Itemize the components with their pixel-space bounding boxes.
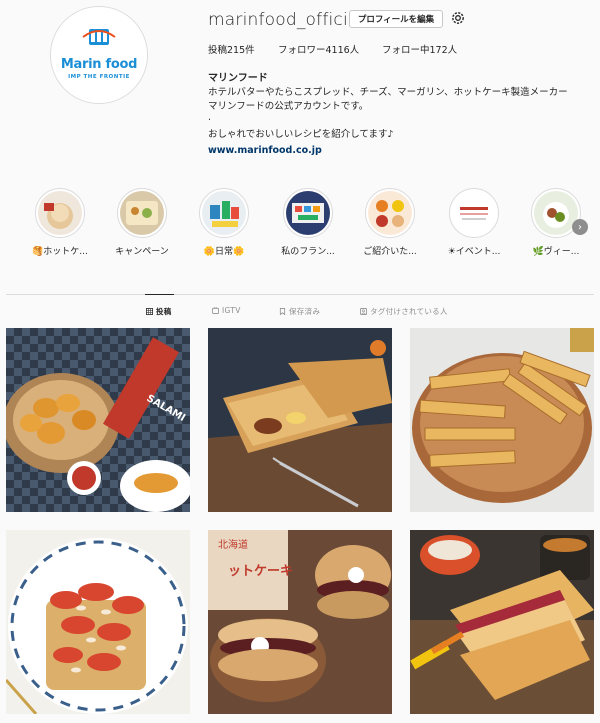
tab-label: IGTV [222, 306, 241, 315]
tagged-person-icon [360, 308, 367, 315]
tab-tagged[interactable]: タグ付けされている人 [360, 306, 448, 317]
highlight-daily[interactable]: 🌼日常🌼 [194, 188, 254, 257]
highlight-thumbnail [120, 191, 164, 235]
marinfood-logo [51, 7, 147, 103]
followers-count[interactable]: フォロワー4116人 [278, 42, 359, 56]
post-thumbnail-hot-sandwich[interactable] [410, 530, 594, 714]
highlight-label: 🌼日常🌼 [203, 247, 245, 257]
tab-label: タグ付けされている人 [370, 307, 448, 316]
bio-line: マリンフードの公式アカウントです。 [208, 101, 369, 112]
profile-username: marinfood_official [208, 10, 364, 30]
tab-label: 投稿 [156, 307, 172, 316]
highlight-thumbnail [452, 191, 496, 235]
post-image: SALAMI [6, 328, 190, 512]
bio-line: . [208, 112, 212, 123]
grid-icon [146, 308, 153, 315]
following-count[interactable]: フォロー中172人 [382, 42, 457, 56]
tab-label: 保存済み [289, 307, 321, 316]
bio-name: マリンフード [208, 73, 268, 84]
bookmark-icon [279, 308, 286, 315]
bio-line: ホテルバターやたらこスプレッド、チーズ、マーガリン、ホットケーキ製造メーカー [208, 87, 568, 98]
logo-tagline: IMP THE FRONTIE [68, 74, 130, 80]
highlight-french[interactable]: 私のフラン... [278, 188, 338, 257]
post-thumbnail-croquette[interactable]: SALAMI [6, 328, 190, 512]
highlight-label: 🌿ヴィー... [532, 247, 580, 257]
post-image: 北海道 ットケーキ [208, 530, 392, 714]
posts-count: 投稿215件 [208, 45, 255, 56]
tab-igtv[interactable]: IGTV [212, 306, 241, 315]
active-tab-indicator [145, 294, 174, 295]
highlight-thumbnail [286, 191, 330, 235]
highlight-hotcake[interactable]: 🥞ホットケ... [30, 188, 90, 257]
profile-avatar[interactable]: Marin food IMP THE FRONTIE [50, 6, 148, 104]
bio-website-link[interactable]: www.marinfood.co.jp [208, 145, 322, 156]
highlight-label: 🥞ホットケ... [32, 247, 88, 257]
highlight-thumbnail [202, 191, 246, 235]
highlight-label: キャンペーン [115, 247, 169, 257]
post-thumbnail-dorayaki[interactable]: 北海道 ットケーキ [208, 530, 392, 714]
svg-text:ットケーキ: ットケーキ [228, 564, 293, 579]
chevron-right-icon[interactable]: › [572, 219, 588, 235]
post-thumbnail-apple-toast[interactable] [6, 530, 190, 714]
highlight-thumbnail [368, 191, 412, 235]
highlight-label: ☀イベント... [447, 247, 501, 257]
highlight-label: 私のフラン... [281, 247, 335, 257]
logo-text: Marin food [60, 57, 138, 72]
post-image [6, 530, 190, 714]
svg-text:北海道: 北海道 [218, 538, 248, 551]
post-image [410, 328, 594, 512]
gear-icon[interactable] [450, 10, 466, 26]
highlight-introduce[interactable]: ご紹介いた... [360, 188, 420, 257]
edit-profile-button[interactable]: プロフィールを編集 [349, 10, 443, 28]
highlight-campaign[interactable]: キャンペーン [112, 188, 172, 257]
igtv-icon [212, 307, 219, 314]
tab-divider [6, 294, 594, 295]
highlight-event[interactable]: ☀イベント... [444, 188, 504, 257]
post-thumbnail-sticks[interactable] [410, 328, 594, 512]
post-image [208, 328, 392, 512]
highlight-label: ご紹介いた... [363, 247, 417, 257]
highlight-thumbnail [38, 191, 82, 235]
tab-saved[interactable]: 保存済み [279, 306, 320, 317]
post-thumbnail-pie[interactable] [208, 328, 392, 512]
post-image [410, 530, 594, 714]
bio-line: おしゃれでおいしいレシピを紹介してます♪ [208, 129, 394, 140]
tab-posts[interactable]: 投稿 [146, 306, 172, 317]
